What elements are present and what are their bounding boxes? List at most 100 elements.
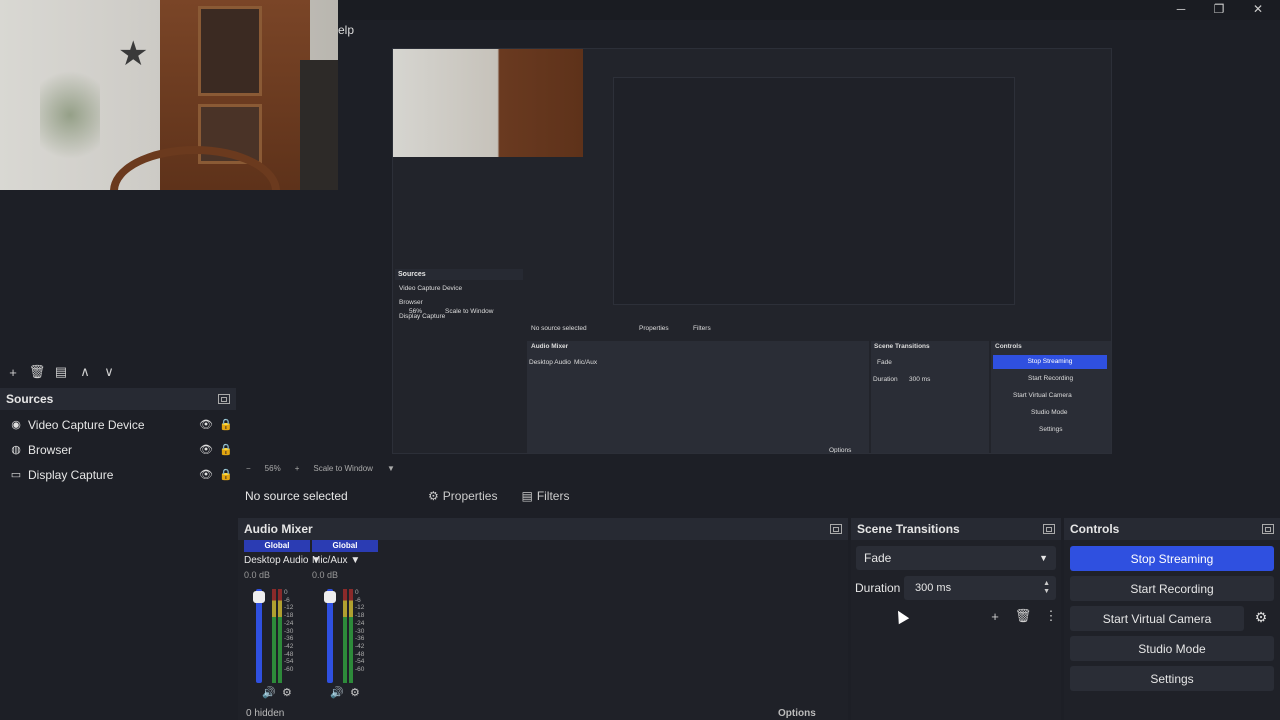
nested-filters: Filters <box>693 325 711 332</box>
speaker-icon[interactable]: 🔊 <box>262 686 276 699</box>
nested-no-source: No source selected <box>531 325 587 332</box>
meter-scale: 0 -6 -12 -18 -24 -30 -36 -42 -48 -54 -60 <box>355 589 365 674</box>
filter-icon: ▤ <box>521 489 533 503</box>
nested-fade: Fade <box>877 359 892 366</box>
transition-value: Fade <box>864 551 892 565</box>
channel-tag: Global <box>312 540 378 552</box>
volume-slider[interactable] <box>324 589 336 683</box>
maximize-button[interactable]: ❐ <box>1206 2 1232 18</box>
slider-knob[interactable] <box>253 591 265 603</box>
nested-stop-streaming: Stop Streaming <box>993 355 1107 369</box>
undock-icon[interactable] <box>1043 524 1055 534</box>
duration-stepper[interactable]: ▲ ▼ <box>1043 580 1050 596</box>
gear-icon: ⚙ <box>428 489 439 503</box>
nested-scene-transitions-title: Scene Transitions <box>874 343 930 350</box>
properties-label: Properties <box>442 489 498 503</box>
duration-label: Duration <box>855 581 901 595</box>
scale-mode-select[interactable]: Scale to Window <box>313 464 373 473</box>
start-virtual-camera-button[interactable]: Start Virtual Camera <box>1070 606 1244 631</box>
trash-icon[interactable]: 🗑 <box>1012 605 1034 627</box>
nested-desktop-audio: Desktop Audio <box>529 359 571 366</box>
chevron-down-icon: ▼ <box>350 555 361 566</box>
nested-webcam-image <box>393 49 583 157</box>
nested-settings: Settings <box>1039 426 1063 433</box>
settings-button[interactable]: Settings <box>1070 666 1274 691</box>
move-down-icon[interactable]: ∨ <box>98 361 120 383</box>
source-item-browser[interactable]: ◍ Browser 👁 🔒 <box>0 437 236 462</box>
gear-icon[interactable]: ⚙ <box>1249 605 1273 630</box>
add-icon[interactable]: + <box>2 361 24 383</box>
chevron-down-icon[interactable]: ▼ <box>387 464 395 473</box>
nested-audio-mixer <box>527 341 869 453</box>
visibility-eye-icon[interactable]: 👁 <box>196 418 216 431</box>
more-icon[interactable]: ⋮ <box>1040 605 1062 627</box>
speaker-icon[interactable]: 🔊 <box>330 686 344 699</box>
browser-icon: ◍ <box>11 444 21 456</box>
add-icon[interactable]: + <box>984 605 1006 627</box>
studio-mode-button[interactable]: Studio Mode <box>1070 636 1274 661</box>
nested-scale-mode: Scale to Window <box>445 308 494 315</box>
undock-icon[interactable] <box>218 394 230 404</box>
nested-duration: Duration <box>873 376 898 383</box>
chevron-up-icon: ▲ <box>1043 580 1050 587</box>
properties-button[interactable]: ⚙ Properties <box>420 486 505 506</box>
mixer-channel-desktop: Global Desktop Audio ▼ 0.0 dB <box>244 540 321 580</box>
chevron-down-icon: ▼ <box>1039 553 1048 563</box>
channel-db: 0.0 dB <box>244 570 271 580</box>
zoom-in-icon[interactable]: + <box>295 464 300 473</box>
level-bar <box>343 589 347 683</box>
level-bar <box>349 589 353 683</box>
options-button[interactable]: Options <box>778 708 816 719</box>
source-item-display-capture[interactable]: ▭ Display Capture 👁 🔒 <box>0 462 236 487</box>
context-bar: No source selected ⚙ Properties ▤ Filter… <box>236 483 1280 509</box>
channel-name[interactable]: Desktop Audio ▼ <box>244 555 321 566</box>
scene-transitions-title: Scene Transitions <box>857 522 960 536</box>
mixer-gear-icon[interactable]: ⚙ <box>350 686 360 699</box>
undock-icon[interactable] <box>830 524 842 534</box>
star-decoration-icon: ★ <box>118 35 149 73</box>
move-up-icon[interactable]: ∧ <box>74 361 96 383</box>
mixer-gear-icon[interactable]: ⚙ <box>282 686 292 699</box>
volume-meter-mic: 0 -6 -12 -18 -24 -30 -36 -42 -48 -54 -60 <box>324 589 367 683</box>
duration-input[interactable]: 300 ms ▲ ▼ <box>904 576 1056 600</box>
nested-mic-aux: Mic/Aux <box>574 359 598 366</box>
level-bar <box>272 589 276 683</box>
filter-icon[interactable]: ▤ <box>50 361 72 383</box>
zoom-out-icon[interactable]: − <box>246 464 251 473</box>
source-label: Display Capture <box>28 467 114 482</box>
nested-start-recording: Start Recording <box>1028 375 1074 382</box>
volume-slider[interactable] <box>253 589 265 683</box>
trash-icon[interactable]: 🗑 <box>26 361 48 383</box>
visibility-eye-icon[interactable]: 👁 <box>196 443 216 456</box>
lock-icon[interactable]: 🔒 <box>216 468 236 481</box>
visibility-eye-icon[interactable]: 👁 <box>196 468 216 481</box>
scenes-toolbar: + 🗑 ▤ ∧ ∨ <box>2 360 122 384</box>
display-icon: ▭ <box>10 469 22 481</box>
undock-icon[interactable] <box>1262 524 1274 534</box>
stop-streaming-button[interactable]: Stop Streaming <box>1070 546 1274 571</box>
audio-mixer-header: Audio Mixer <box>238 518 848 540</box>
nested-preview: Sources Video Capture Device Browser Dis… <box>392 48 1112 454</box>
transition-tools: + 🗑 ⋮ <box>984 605 1064 627</box>
minimize-button[interactable]: ─ <box>1168 2 1194 18</box>
channel-db: 0.0 dB <box>312 570 339 580</box>
filters-button[interactable]: ▤ Filters <box>513 486 577 506</box>
hidden-count: 0 hidden <box>246 708 285 719</box>
close-button[interactable]: ✕ <box>1245 2 1271 18</box>
channel-tag: Global <box>244 540 310 552</box>
filters-label: Filters <box>536 489 570 503</box>
lock-icon[interactable]: 🔒 <box>216 443 236 456</box>
source-item-video-capture[interactable]: ◉ Video Capture Device 👁 🔒 <box>0 412 236 437</box>
nested-source-item: Video Capture Device <box>399 285 463 292</box>
channel-name[interactable]: Mic/Aux ▼ <box>312 555 378 566</box>
bottom-toolbar: 0 hidden Options <box>0 708 1280 720</box>
menu-item-help[interactable]: elp <box>338 23 354 37</box>
transition-select[interactable]: Fade ▼ <box>856 546 1056 570</box>
scene-transitions-header: Scene Transitions <box>851 518 1061 540</box>
start-recording-button[interactable]: Start Recording <box>1070 576 1274 601</box>
sources-header: Sources <box>0 388 236 410</box>
slider-knob[interactable] <box>324 591 336 603</box>
nested-duration-value: 300 ms <box>909 376 931 383</box>
lock-icon[interactable]: 🔒 <box>216 418 236 431</box>
controls-title: Controls <box>1070 522 1120 536</box>
